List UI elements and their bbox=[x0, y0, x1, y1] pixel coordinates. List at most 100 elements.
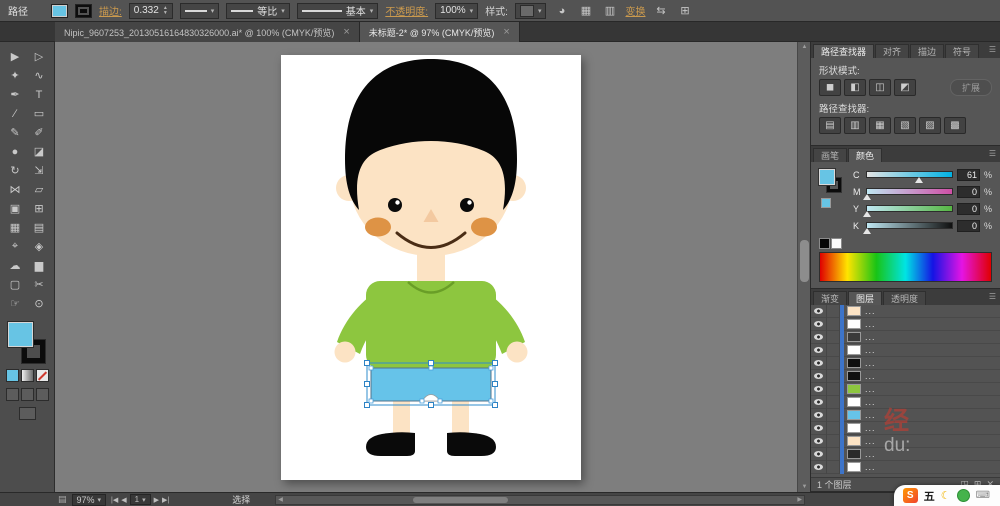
layer-thumbnail[interactable] bbox=[847, 319, 861, 329]
hand-tool[interactable]: ☞ bbox=[3, 294, 27, 313]
style-combo[interactable]: ▾ bbox=[514, 2, 547, 19]
prev-artboard-button[interactable]: ◀ bbox=[121, 496, 126, 504]
ime-status-icon[interactable] bbox=[956, 489, 970, 502]
screen-mode-button[interactable] bbox=[18, 407, 36, 420]
draw-behind-button[interactable] bbox=[20, 388, 34, 401]
moon-icon[interactable]: ☾ bbox=[941, 489, 951, 502]
pencil-tool[interactable]: ✐ bbox=[27, 123, 51, 142]
none-mode-button[interactable] bbox=[35, 369, 49, 382]
channel-slider[interactable] bbox=[863, 205, 953, 217]
boy-eye-right[interactable] bbox=[460, 198, 474, 212]
layer-row[interactable]: ... bbox=[811, 356, 1000, 370]
artboard[interactable] bbox=[281, 55, 581, 480]
lasso-tool[interactable]: ∿ bbox=[27, 66, 51, 85]
layer-row[interactable]: ... bbox=[811, 343, 1000, 357]
layer-lock-cell[interactable] bbox=[827, 447, 840, 461]
arrange-icon-a[interactable]: ⇆ bbox=[652, 4, 669, 17]
gradient-tool[interactable]: ▤ bbox=[27, 218, 51, 237]
tab-stroke[interactable]: 描边 bbox=[910, 44, 945, 58]
visibility-toggle[interactable] bbox=[811, 343, 827, 357]
stepper-down-icon[interactable]: ▼ bbox=[163, 10, 168, 16]
boy-hand-right[interactable] bbox=[506, 341, 528, 363]
layer-lock-cell[interactable] bbox=[827, 305, 840, 318]
eyedropper-tool[interactable]: ⌖ bbox=[3, 237, 27, 256]
layer-thumbnail[interactable] bbox=[847, 345, 861, 355]
layer-thumbnail[interactable] bbox=[847, 449, 861, 459]
layer-row[interactable]: ... bbox=[811, 447, 1000, 461]
channel-value[interactable]: 61 bbox=[957, 168, 980, 181]
shape-builder-tool[interactable]: ▣ bbox=[3, 199, 27, 218]
rectangle-tool[interactable]: ▭ bbox=[27, 104, 51, 123]
visibility-toggle[interactable] bbox=[811, 460, 827, 474]
scale-tool[interactable]: ⇲ bbox=[27, 161, 51, 180]
eraser-tool[interactable]: ◪ bbox=[27, 142, 51, 161]
layer-lock-cell[interactable] bbox=[827, 421, 840, 435]
width-tool[interactable]: ⋈ bbox=[3, 180, 27, 199]
exclude-icon[interactable]: ◩ bbox=[894, 79, 916, 96]
tab-close-icon[interactable]: × bbox=[343, 26, 349, 38]
horizontal-scrollbar-thumb[interactable] bbox=[413, 496, 509, 503]
layer-row[interactable]: ... bbox=[811, 395, 1000, 409]
selection-tool[interactable]: ▶ bbox=[3, 47, 27, 66]
dash-combo[interactable]: ▾ bbox=[179, 2, 220, 19]
scroll-left-icon[interactable]: ◀ bbox=[278, 496, 283, 505]
document-tab[interactable]: Nipic_9607253_20130516164830326000.ai* @… bbox=[55, 22, 360, 42]
tab-color[interactable]: 颜色 bbox=[848, 148, 883, 162]
mesh-tool[interactable]: ▦ bbox=[3, 218, 27, 237]
layer-row[interactable]: ... bbox=[811, 317, 1000, 331]
draw-normal-button[interactable] bbox=[5, 388, 19, 401]
width-profile-combo[interactable]: 等比 ▾ bbox=[226, 2, 290, 19]
slice-tool[interactable]: ✂ bbox=[27, 275, 51, 294]
tab-transparency[interactable]: 透明度 bbox=[883, 291, 927, 305]
blob-brush-tool[interactable]: ● bbox=[3, 142, 27, 161]
intersect-icon[interactable]: ◫ bbox=[869, 79, 891, 96]
tab-close-icon[interactable]: × bbox=[503, 26, 509, 38]
boy-illustration[interactable] bbox=[334, 59, 528, 456]
artwork-boy[interactable] bbox=[281, 55, 581, 480]
color-spectrum[interactable] bbox=[819, 252, 992, 282]
layer-row[interactable]: ... bbox=[811, 382, 1000, 396]
stepper-icon[interactable]: ▲ ▼ bbox=[163, 5, 168, 16]
vertical-scrollbar[interactable]: ▲ ▼ bbox=[797, 42, 810, 492]
zoom-tool[interactable]: ⊙ bbox=[27, 294, 51, 313]
paintbrush-tool[interactable]: ✎ bbox=[3, 123, 27, 142]
visibility-toggle[interactable] bbox=[811, 369, 827, 383]
column-graph-tool[interactable]: ▆ bbox=[27, 256, 51, 275]
visibility-toggle[interactable] bbox=[811, 447, 827, 461]
artboard-tool[interactable]: ▢ bbox=[3, 275, 27, 294]
channel-value[interactable]: 0 bbox=[957, 219, 980, 232]
slider-handle-icon[interactable] bbox=[863, 228, 871, 234]
layer-thumbnail[interactable] bbox=[847, 384, 861, 394]
channel-slider[interactable] bbox=[863, 188, 953, 200]
layer-thumbnail[interactable] bbox=[847, 306, 861, 316]
layer-lock-cell[interactable] bbox=[827, 395, 840, 409]
tab-symbols[interactable]: 符号 bbox=[945, 44, 980, 58]
layer-row[interactable]: ... bbox=[811, 460, 1000, 474]
stroke-weight-input[interactable]: 0.332 ▲ ▼ bbox=[128, 2, 173, 19]
white-swatch[interactable] bbox=[831, 238, 842, 249]
slider-handle-icon[interactable] bbox=[863, 211, 871, 217]
ime-mode-label[interactable]: 五 bbox=[924, 488, 935, 504]
minus-front-icon[interactable]: ◧ bbox=[844, 79, 866, 96]
channel-value[interactable]: 0 bbox=[957, 185, 980, 198]
layer-thumbnail[interactable] bbox=[847, 332, 861, 342]
channel-slider[interactable] bbox=[866, 171, 953, 183]
layer-row[interactable]: ... bbox=[811, 369, 1000, 383]
arrange-icon-b[interactable]: ⊞ bbox=[676, 4, 693, 17]
ime-logo-icon[interactable]: S bbox=[902, 488, 918, 503]
draw-inside-button[interactable] bbox=[35, 388, 49, 401]
ime-toolbar[interactable]: S 五 ☾ ⌨ bbox=[893, 485, 1000, 506]
crop-icon[interactable]: ▧ bbox=[894, 117, 916, 134]
boy-cheek-left[interactable] bbox=[365, 217, 391, 237]
layer-lock-cell[interactable] bbox=[827, 356, 840, 370]
tab-gradient[interactable]: 渐变 bbox=[813, 291, 848, 305]
channel-slider[interactable] bbox=[863, 222, 953, 234]
visibility-toggle[interactable] bbox=[811, 434, 827, 448]
boy-hand-left[interactable] bbox=[334, 341, 356, 363]
layer-lock-cell[interactable] bbox=[827, 369, 840, 383]
layer-row[interactable]: ... bbox=[811, 408, 1000, 422]
layer-lock-cell[interactable] bbox=[827, 434, 840, 448]
direct-selection-tool[interactable]: ▷ bbox=[27, 47, 51, 66]
magic-wand-tool[interactable]: ✦ bbox=[3, 66, 27, 85]
panel-menu-icon[interactable]: ☰ bbox=[989, 45, 996, 54]
